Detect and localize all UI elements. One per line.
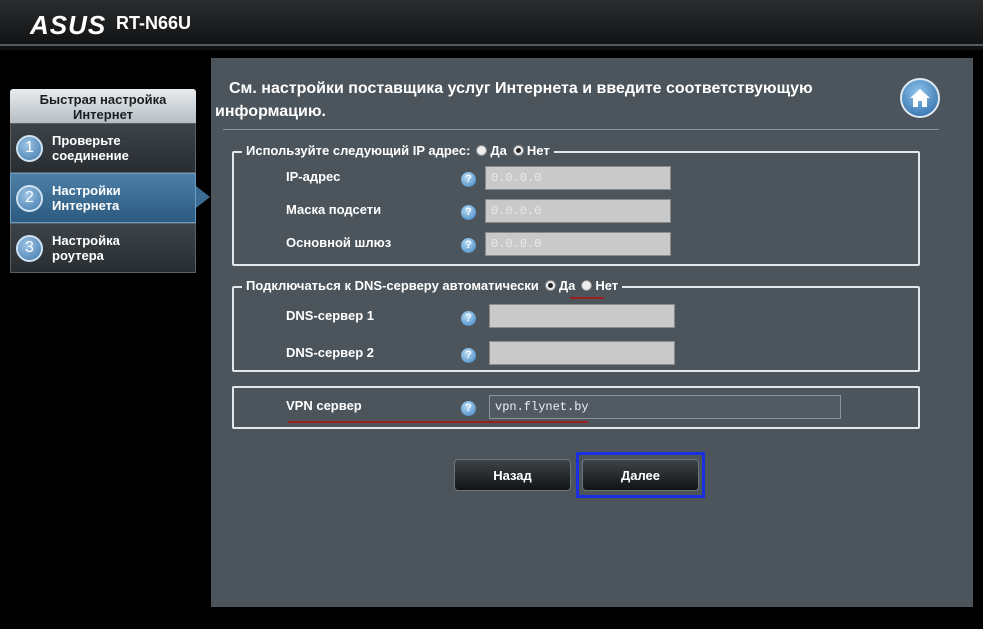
- sidebar-item-router-setup[interactable]: 3 Настройка роутера: [10, 223, 196, 273]
- annotation-underline: [570, 297, 604, 299]
- sidebar-title: Быстрая настройка Интернет: [10, 89, 196, 123]
- header-bar: ASUS RT-N66U: [0, 0, 983, 50]
- help-icon[interactable]: ?: [461, 172, 476, 187]
- dns-settings-legend: Подключаться к DNS-серверу автоматически…: [242, 278, 623, 293]
- vpn-server-label: VPN сервер: [286, 398, 362, 413]
- dns-auto-yes-radio[interactable]: [544, 280, 556, 291]
- ip-manual-no-label[interactable]: Нет: [527, 143, 550, 158]
- sidebar-item-label: Настройки Интернета: [52, 183, 121, 213]
- default-gateway-label: Основной шлюз: [286, 235, 392, 250]
- step-1-icon: 1: [16, 134, 43, 162]
- model-name: RT-N66U: [116, 13, 192, 33]
- sidebar-item-label: Проверьте соединение: [52, 133, 129, 163]
- help-icon[interactable]: ?: [461, 205, 476, 220]
- help-icon[interactable]: ?: [461, 311, 476, 326]
- subnet-mask-input[interactable]: 0.0.0.0: [485, 199, 671, 223]
- sidebar-item-label: Настройка роутера: [52, 233, 120, 263]
- ip-settings-legend: Используйте следующий IP адрес: Да Нет: [242, 143, 554, 158]
- dns-server-2-input[interactable]: [489, 341, 675, 365]
- asus-logo: ASUS: [30, 10, 107, 40]
- ip-settings-question: Используйте следующий IP адрес:: [246, 143, 471, 158]
- header-divider: [0, 44, 983, 46]
- next-button[interactable]: Далее: [582, 459, 699, 491]
- dns-auto-question: Подключаться к DNS-серверу автоматически: [246, 278, 539, 293]
- page-title: См. настройки поставщика услуг Интернета…: [215, 80, 813, 120]
- dns-server-2-label: DNS-сервер 2: [286, 345, 375, 360]
- dns-settings-group: Подключаться к DNS-серверу автоматически…: [232, 278, 920, 372]
- help-icon[interactable]: ?: [461, 238, 476, 253]
- home-button[interactable]: [900, 78, 940, 118]
- dns-auto-yes-label[interactable]: Да: [559, 278, 576, 293]
- vpn-server-input[interactable]: vpn.flynet.by: [489, 395, 841, 419]
- default-gateway-input[interactable]: 0.0.0.0: [485, 232, 671, 256]
- title-divider: [223, 129, 939, 130]
- subnet-mask-label: Маска подсети: [286, 202, 382, 217]
- annotation-underline: [288, 421, 588, 423]
- dns-auto-no-label[interactable]: Нет: [595, 278, 618, 293]
- dns-auto-no-radio[interactable]: [581, 280, 593, 291]
- active-step-arrow-icon: [196, 186, 210, 208]
- back-button[interactable]: Назад: [454, 459, 571, 491]
- sidebar-item-check-connection[interactable]: 1 Проверьте соединение: [10, 123, 196, 173]
- sidebar-item-internet-settings[interactable]: 2 Настройки Интернета: [10, 173, 196, 223]
- step-2-icon: 2: [16, 184, 43, 212]
- ip-address-label: IP-адрес: [286, 169, 341, 184]
- dns-server-1-input[interactable]: [489, 304, 675, 328]
- dns-server-1-label: DNS-сервер 1: [286, 308, 375, 323]
- ip-manual-no-radio[interactable]: [512, 145, 524, 156]
- help-icon[interactable]: ?: [461, 401, 476, 416]
- home-icon: [910, 89, 930, 107]
- step-3-icon: 3: [16, 234, 43, 262]
- ip-manual-yes-label[interactable]: Да: [490, 143, 507, 158]
- vpn-settings-group: VPN сервер ? vpn.flynet.by: [232, 386, 920, 429]
- ip-address-input[interactable]: 0.0.0.0: [485, 166, 671, 190]
- help-icon[interactable]: ?: [461, 348, 476, 363]
- ip-settings-group: Используйте следующий IP адрес: Да Нет I…: [232, 143, 920, 266]
- main-panel: См. настройки поставщика услуг Интернета…: [211, 58, 973, 607]
- ip-manual-yes-radio[interactable]: [476, 145, 488, 156]
